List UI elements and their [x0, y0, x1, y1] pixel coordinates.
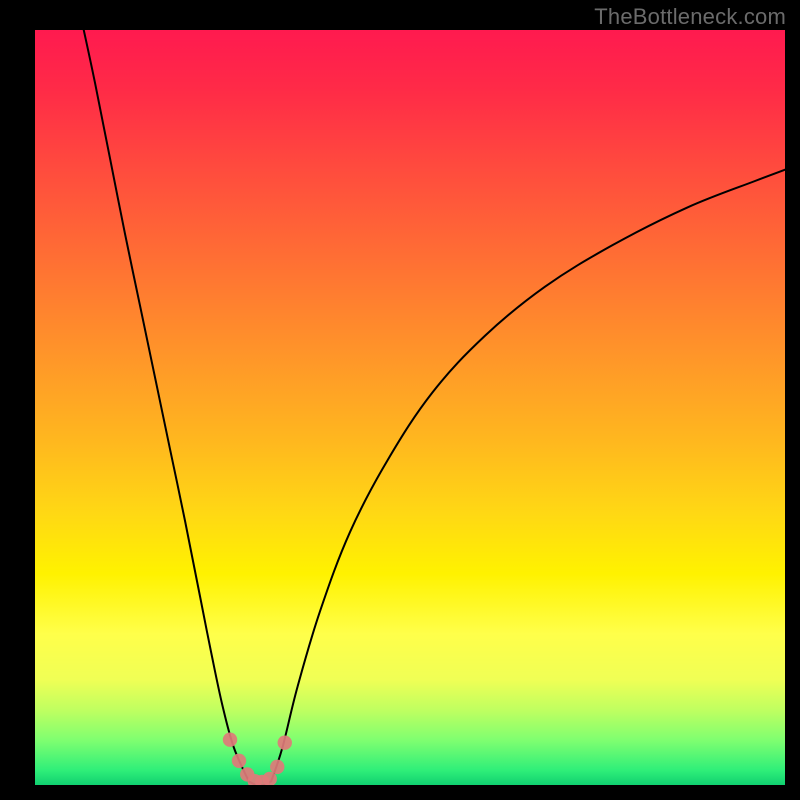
curve-layer: [35, 30, 785, 785]
plot-area: [35, 30, 785, 785]
valley-marker: [223, 733, 237, 747]
valley-marker: [232, 754, 246, 768]
series-group: [84, 30, 785, 785]
valley-marker: [278, 736, 292, 750]
watermark-text: TheBottleneck.com: [594, 4, 786, 30]
marker-group: [223, 733, 292, 786]
curve-left-branch: [84, 30, 249, 781]
valley-marker: [270, 760, 284, 774]
curve-right-branch: [271, 170, 785, 782]
chart-frame: TheBottleneck.com: [0, 0, 800, 800]
